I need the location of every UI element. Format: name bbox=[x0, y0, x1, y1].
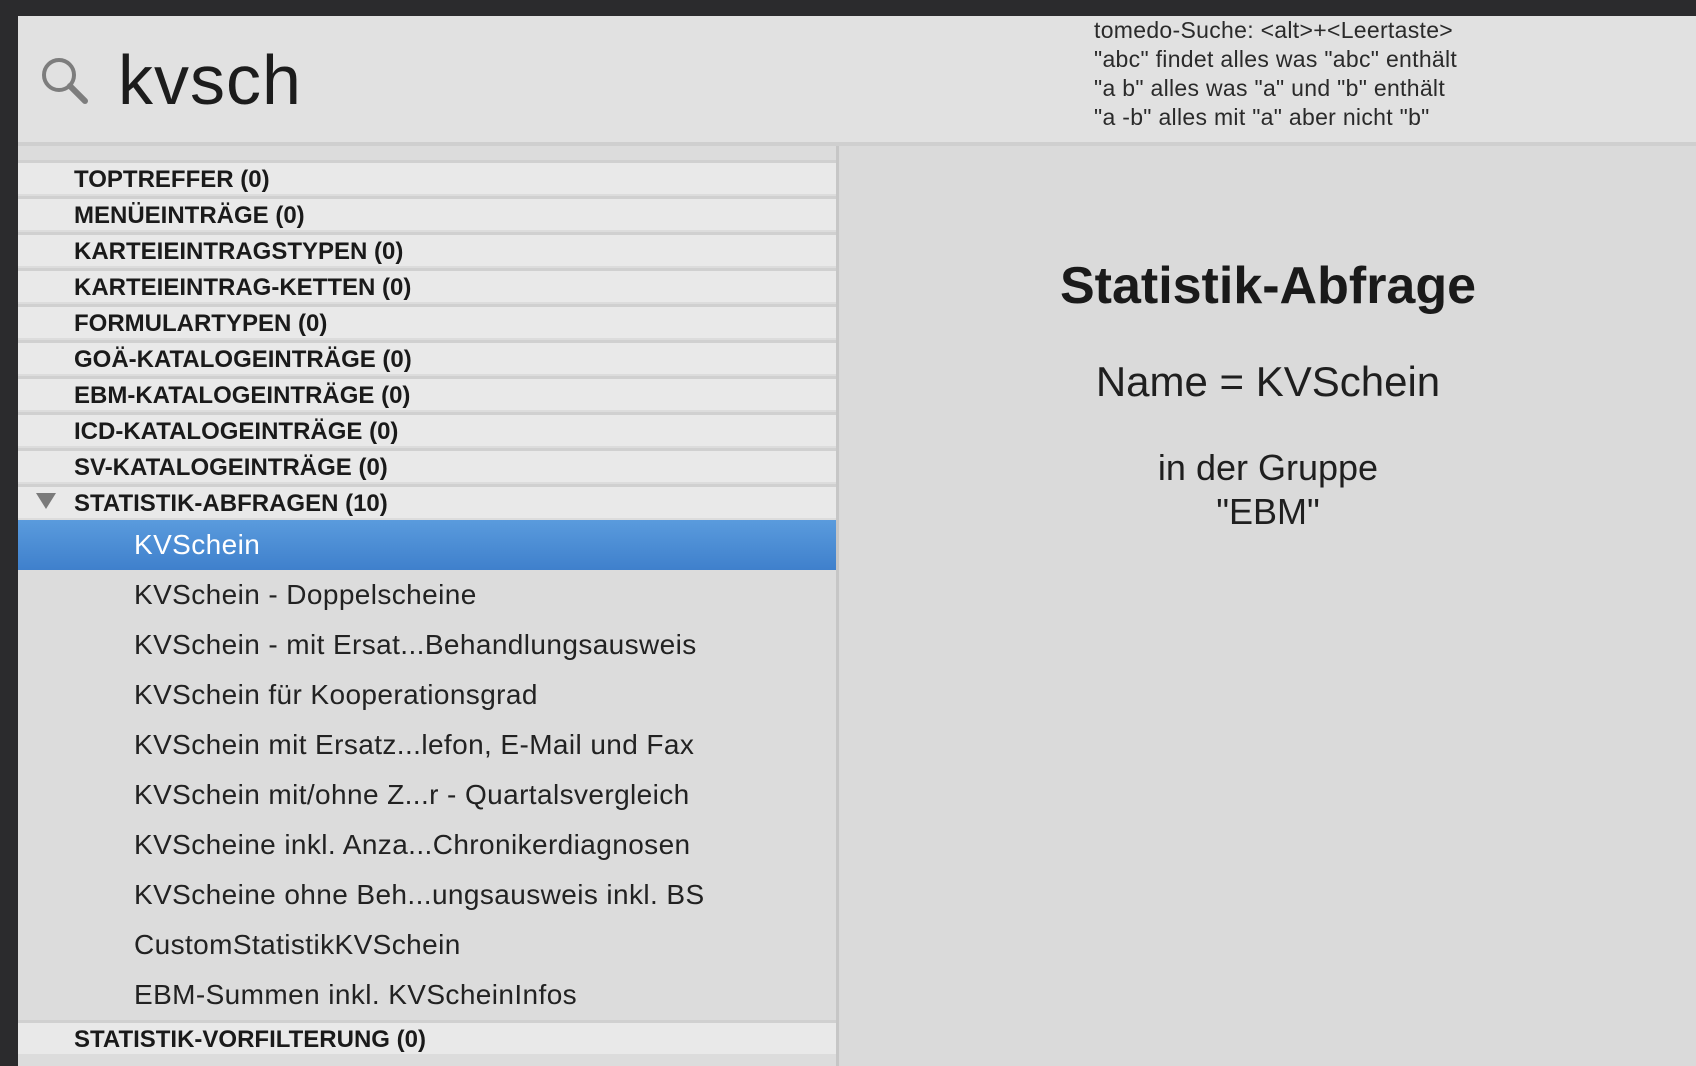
list-item[interactable]: KVSchein bbox=[18, 520, 836, 570]
section-sv-katalog[interactable]: SV-KATALOGEINTRÄGE (0) bbox=[18, 448, 836, 482]
search-bar: kvsch tomedo-Suche: <alt>+<Leertaste> "a… bbox=[18, 16, 1696, 146]
section-menueintraege[interactable]: MENÜEINTRÄGE (0) bbox=[18, 196, 836, 230]
search-window: kvsch tomedo-Suche: <alt>+<Leertaste> "a… bbox=[18, 16, 1696, 1066]
section-formulartypen[interactable]: FORMULARTYPEN (0) bbox=[18, 304, 836, 338]
list-item-label: KVSchein bbox=[134, 529, 261, 560]
result-list: TOPTREFFER (0) MENÜEINTRÄGE (0) KARTEIEI… bbox=[18, 146, 839, 1066]
list-item[interactable]: KVSchein für Kooperationsgrad bbox=[18, 670, 836, 720]
list-item[interactable]: EBM-Summen inkl. KVScheinInfos bbox=[18, 970, 836, 1020]
section-label: STATISTIK-VORFILTERUNG (0) bbox=[74, 1026, 426, 1053]
list-item[interactable]: KVScheine ohne Beh...ungsausweis inkl. B… bbox=[18, 870, 836, 920]
section-label: KARTEIEINTRAG-KETTEN (0) bbox=[74, 274, 412, 301]
section-label: KARTEIEINTRAGSTYPEN (0) bbox=[74, 238, 404, 265]
section-label: STATISTIK-ABFRAGEN (10) bbox=[74, 490, 388, 517]
list-item[interactable]: KVSchein - mit Ersat...Behandlungsauswei… bbox=[18, 620, 836, 670]
section-label: TOPTREFFER (0) bbox=[74, 166, 270, 193]
section-karteieintrag-ketten[interactable]: KARTEIEINTRAG-KETTEN (0) bbox=[18, 268, 836, 302]
section-icd-katalog[interactable]: ICD-KATALOGEINTRÄGE (0) bbox=[18, 412, 836, 446]
list-item-label: EBM-Summen inkl. KVScheinInfos bbox=[134, 979, 578, 1010]
disclosure-triangle-icon[interactable] bbox=[36, 493, 56, 509]
search-icon bbox=[42, 58, 88, 104]
section-topt[interactable]: TOPTREFFER (0) bbox=[18, 160, 836, 194]
section-label: FORMULARTYPEN (0) bbox=[74, 310, 328, 337]
list-item-label: KVScheine inkl. Anza...Chronikerdiagnose… bbox=[134, 829, 691, 860]
list-item-label: CustomStatistikKVSchein bbox=[134, 929, 461, 960]
list-item[interactable]: KVSchein mit/ohne Z...r - Quartalsvergle… bbox=[18, 770, 836, 820]
section-goae-katalog[interactable]: GOÄ-KATALOGEINTRÄGE (0) bbox=[18, 340, 836, 374]
detail-title: Statistik-Abfrage bbox=[1059, 257, 1477, 315]
search-input[interactable]: kvsch bbox=[118, 40, 302, 120]
section-statistik-abfragen[interactable]: STATISTIK-ABFRAGEN (10) bbox=[18, 484, 836, 518]
section-label: GOÄ-KATALOGEINTRÄGE (0) bbox=[74, 346, 412, 373]
detail-pane: Statistik-Abfrage Name = KVSchein in der… bbox=[840, 146, 1696, 1066]
list-item[interactable]: KVSchein - Doppelscheine bbox=[18, 570, 836, 620]
detail-name: Name = KVSchein bbox=[1095, 358, 1441, 405]
section-label: SV-KATALOGEINTRÄGE (0) bbox=[74, 454, 388, 481]
search-help-line: "abc" findet alles was "abc" enthält bbox=[1094, 46, 1458, 72]
search-help-line: "a -b" alles mit "a" aber nicht "b" bbox=[1094, 104, 1430, 130]
list-item[interactable]: KVSchein mit Ersatz...lefon, E-Mail und … bbox=[18, 720, 836, 770]
detail-group-value: "EBM" bbox=[1216, 491, 1320, 532]
list-item-label: KVSchein - mit Ersat...Behandlungsauswei… bbox=[134, 629, 697, 660]
list-item-label: KVScheine ohne Beh...ungsausweis inkl. B… bbox=[134, 879, 705, 910]
section-statistik-vorfilterung[interactable]: STATISTIK-VORFILTERUNG (0) bbox=[18, 1020, 836, 1054]
detail-group-label: in der Gruppe bbox=[1157, 447, 1379, 488]
list-item[interactable]: KVScheine inkl. Anza...Chronikerdiagnose… bbox=[18, 820, 836, 870]
search-help-line: "a b" alles was "a" und "b" enthält bbox=[1094, 75, 1446, 101]
list-item-label: KVSchein für Kooperationsgrad bbox=[134, 679, 538, 710]
section-label: ICD-KATALOGEINTRÄGE (0) bbox=[74, 418, 399, 445]
section-label: EBM-KATALOGEINTRÄGE (0) bbox=[74, 382, 411, 409]
list-item-label: KVSchein - Doppelscheine bbox=[134, 579, 477, 610]
section-label: MENÜEINTRÄGE (0) bbox=[74, 202, 305, 229]
detail-group: in der Gruppe "EBM" bbox=[840, 446, 1696, 534]
search-help-line: tomedo-Suche: <alt>+<Leertaste> bbox=[1094, 17, 1454, 43]
section-ebm-katalog[interactable]: EBM-KATALOGEINTRÄGE (0) bbox=[18, 376, 836, 410]
list-item-label: KVSchein mit/ohne Z...r - Quartalsvergle… bbox=[134, 779, 690, 810]
list-item[interactable]: CustomStatistikKVSchein bbox=[18, 920, 836, 970]
search-help-text: tomedo-Suche: <alt>+<Leertaste> "abc" fi… bbox=[1094, 16, 1457, 132]
section-karteieintragstypen[interactable]: KARTEIEINTRAGSTYPEN (0) bbox=[18, 232, 836, 266]
list-item-label: KVSchein mit Ersatz...lefon, E-Mail und … bbox=[134, 729, 695, 760]
